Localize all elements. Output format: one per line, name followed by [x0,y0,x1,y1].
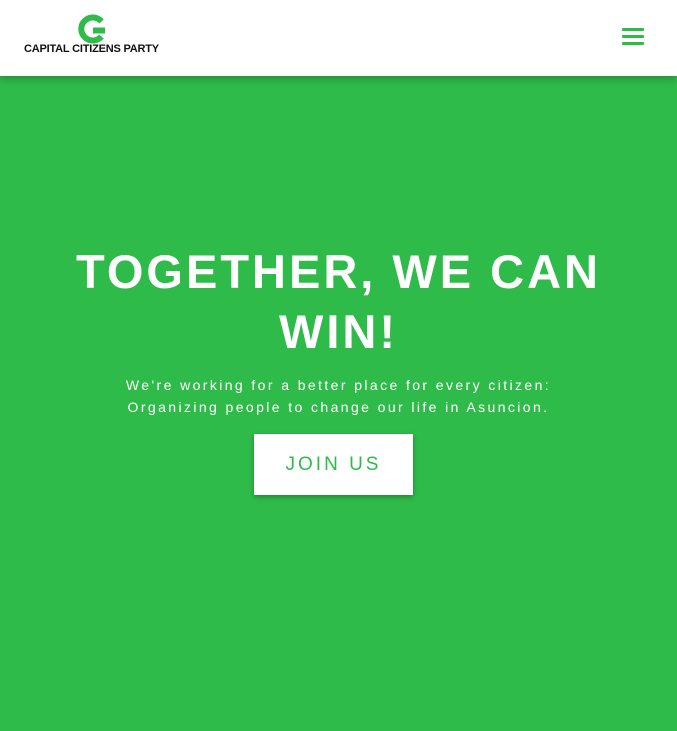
menu-bar-middle [622,35,644,38]
hero-section: TOGETHER, WE CAN WIN! We're working for … [0,76,677,731]
hero-subtitle-line-1: We're working for a better place for eve… [125,377,552,393]
c-logo-icon [78,14,105,44]
hamburger-menu-icon[interactable] [622,26,646,48]
join-us-button[interactable]: JOIN US [254,434,413,495]
menu-bar-top [622,28,644,31]
hero-subtitle-line-2: Organizing people to change our life in … [127,399,550,415]
site-header: CAPITAL CITIZENS PARTY [0,0,677,76]
site-logo[interactable]: CAPITAL CITIZENS PARTY [24,14,164,58]
hero-subtitle: We're working for a better place for eve… [30,374,647,418]
logo-text: CAPITAL CITIZENS PARTY [24,43,159,55]
menu-bar-bottom [622,42,644,45]
hero-title: TOGETHER, WE CAN WIN! [76,245,601,358]
